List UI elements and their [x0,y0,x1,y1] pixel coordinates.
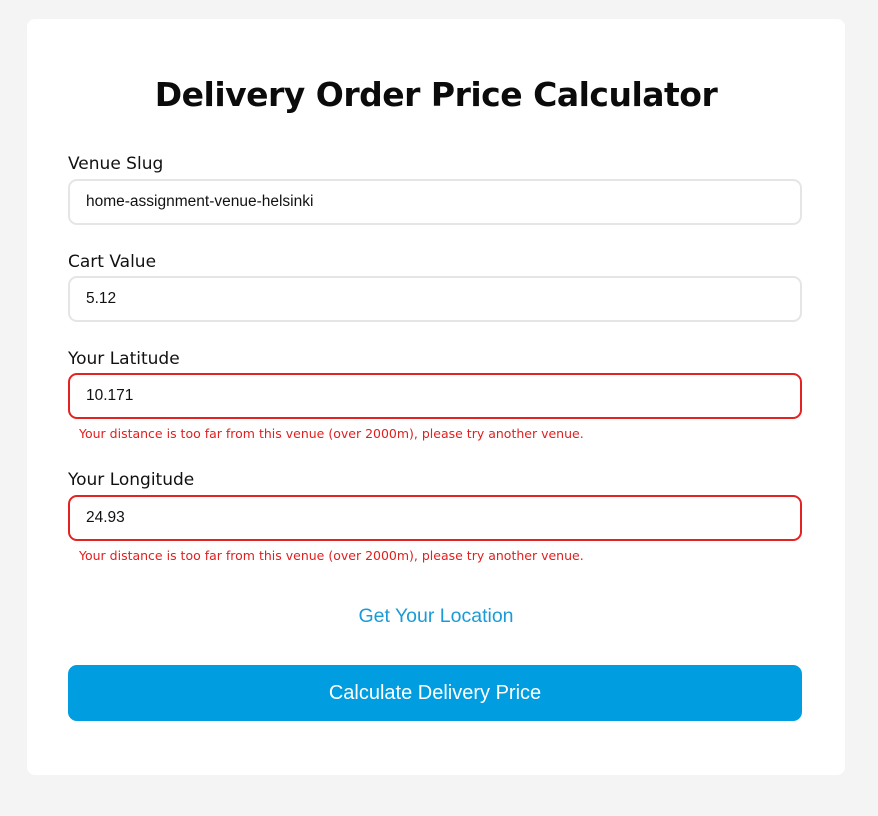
calculator-card: Delivery Order Price Calculator Venue Sl… [27,19,845,775]
venue-slug-label: Venue Slug [68,154,164,174]
get-location-button[interactable]: Get Your Location [27,605,845,628]
page-title: Delivery Order Price Calculator [154,75,718,114]
latitude-label: Your Latitude [68,349,180,369]
cart-value-input[interactable] [68,276,802,322]
latitude-error-message: Your distance is too far from this venue… [79,426,584,441]
longitude-error-message: Your distance is too far from this venue… [79,548,584,563]
venue-slug-input[interactable] [68,179,802,225]
calculate-delivery-price-button[interactable]: Calculate Delivery Price [68,665,802,721]
longitude-label: Your Longitude [68,470,195,490]
cart-value-label: Cart Value [68,252,157,272]
latitude-input[interactable] [68,373,802,419]
longitude-input[interactable] [68,495,802,541]
